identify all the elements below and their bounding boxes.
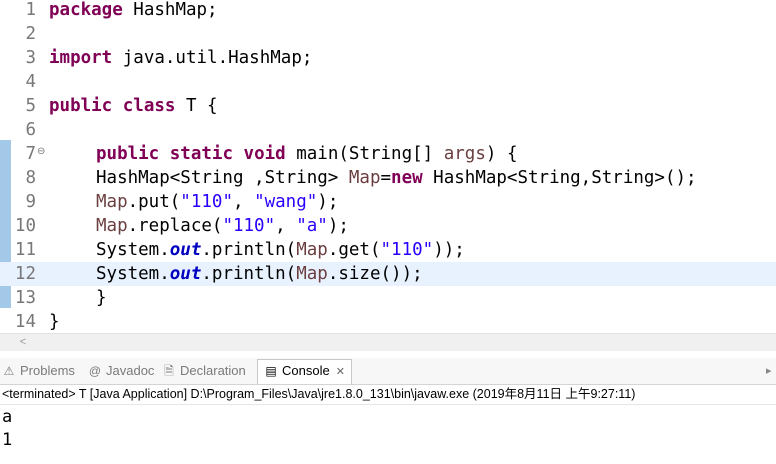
code-line[interactable]: 7 ⊖ public static void main(String[] args)… [0, 142, 776, 166]
scroll-left-arrow-icon[interactable]: < [0, 334, 46, 351]
code-text: System.out.println(Map.get("110")); [96, 240, 465, 260]
line-number: 4 [25, 72, 36, 92]
declaration-icon: 🗎 [164, 364, 174, 378]
close-icon[interactable]: ✕ [336, 366, 345, 378]
code-line[interactable]: 9 Map.put("110", "wang"); [0, 190, 776, 214]
code-line[interactable]: 3 import java.util.HashMap; [0, 46, 776, 70]
line-number: 6 [25, 120, 36, 140]
code-line[interactable]: 1 package HashMap; [0, 0, 776, 22]
line-number: 12 [14, 264, 36, 284]
view-tab-bar: ⚠ Problems @ Javadoc 🗎 Declaration ▤ Console ✕ ▸ [0, 358, 776, 385]
code-line[interactable]: 13} [0, 286, 776, 310]
console-output-line: a [2, 407, 13, 427]
problems-icon: ⚠ [3, 364, 15, 378]
tab-overflow-icon[interactable]: ▸ [766, 358, 776, 384]
code-editor[interactable]: 1 package HashMap; 2 3 import java.util.Hash… [0, 0, 776, 337]
tab-problems[interactable]: ⚠ Problems [2, 360, 75, 382]
fold-toggle-icon[interactable]: ⊖ [37, 142, 45, 162]
tab-label: Problems [20, 363, 75, 378]
code-text: Map.replace("110", "a"); [96, 216, 349, 236]
line-number: 7 [25, 144, 36, 164]
line-number: 8 [25, 168, 36, 188]
line-number: 9 [25, 192, 36, 212]
code-text: HashMap<String ,String> Map=new HashMap<… [96, 168, 697, 188]
code-text: } [96, 288, 107, 308]
console-status: <terminated> T [Java Application] D:\Pro… [0, 384, 776, 405]
tab-console[interactable]: ▤ Console ✕ [257, 359, 352, 384]
code-text: } [49, 312, 60, 332]
console-icon: ▤ [265, 364, 277, 378]
tab-label: Javadoc [106, 363, 155, 378]
tab-javadoc[interactable]: @ Javadoc [88, 360, 155, 382]
code-text: import java.util.HashMap; [49, 48, 313, 68]
code-line[interactable]: 11 System.out.println(Map.get("110")); [0, 238, 776, 262]
code-line[interactable]: 10 Map.replace("110", "a"); [0, 214, 776, 238]
line-number: 10 [14, 216, 36, 236]
code-line[interactable]: 8 HashMap<String ,String> Map=new HashMap… [0, 166, 776, 190]
code-line[interactable]: 14} [0, 310, 776, 334]
code-line[interactable]: 4 [0, 70, 776, 94]
line-number: 2 [25, 24, 36, 44]
code-text: System.out.println(Map.size()); [96, 264, 423, 284]
code-line[interactable]: 6 [0, 118, 776, 142]
code-line[interactable]: 2 [0, 22, 776, 46]
code-text: Map.put("110", "wang"); [96, 192, 339, 212]
javadoc-icon: @ [88, 364, 102, 378]
line-number: 14 [14, 312, 36, 332]
code-line[interactable]: 12 System.out.println(Map.size()); [0, 262, 776, 286]
tab-label: Declaration [180, 363, 246, 378]
code-text: package HashMap; [49, 0, 218, 20]
line-number: 13 [14, 288, 36, 308]
tab-label: Console [282, 363, 330, 378]
line-number: 5 [25, 96, 36, 116]
line-number: 1 [25, 0, 36, 20]
horizontal-scrollbar[interactable]: < [0, 333, 776, 351]
tab-declaration[interactable]: 🗎 Declaration [162, 360, 246, 382]
code-text: public class T { [49, 96, 218, 116]
line-number: 11 [14, 240, 36, 260]
line-number: 3 [25, 48, 36, 68]
code-text: public static void main(String[] args) { [96, 144, 518, 164]
code-line[interactable]: 5 public class T { [0, 94, 776, 118]
console-output-line: 1 [2, 430, 13, 450]
